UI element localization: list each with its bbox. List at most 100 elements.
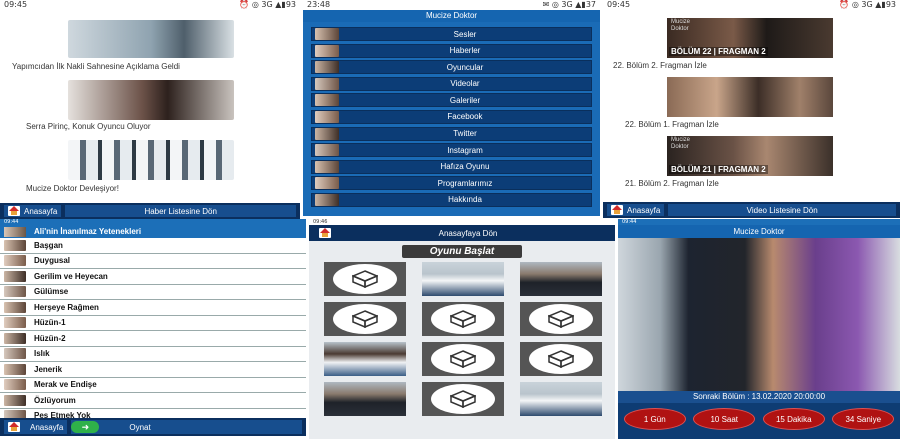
sound-item[interactable]: Gerilim ve Heyecan [0, 269, 306, 285]
menu-item-galeriler[interactable]: Galeriler [311, 93, 592, 108]
start-game-button[interactable]: Oyunu Başlat [402, 245, 522, 258]
memory-game-screen: 09:46 Anasayfaya Dön Oyunu Başlat [309, 219, 615, 439]
video-logo-text: Mucize Doktor [671, 19, 691, 32]
memory-card-revealed[interactable] [422, 262, 504, 296]
home-button[interactable]: Anasayfa [4, 205, 62, 217]
sound-item[interactable]: Gülümse [0, 285, 306, 300]
menu-item-avatar [315, 61, 339, 74]
menu-item-avatar [315, 94, 339, 107]
memory-card-hidden[interactable] [324, 302, 406, 336]
main-menu-screen: 23:48 ✉ ◎ 3G ▲▮37 Mucize Doktor Sesler Ha… [303, 0, 600, 216]
sound-avatar [4, 286, 26, 298]
memory-card-revealed[interactable] [324, 342, 406, 376]
video-caption: 22. Bölüm 2. Fragman İzle [613, 61, 707, 70]
home-label: Anasayfa [627, 205, 661, 215]
sound-label: Jenerik [34, 364, 63, 374]
video-thumbnail: Mucize Doktor BÖLÜM 21 | FRAGMAN 2 [667, 136, 833, 176]
menu-item-oyuncular[interactable]: Oyuncular [311, 60, 592, 75]
cube-icon [333, 264, 397, 294]
status-bar: 23:48 ✉ ◎ 3G ▲▮37 [303, 0, 600, 10]
news-list-screen: 09:45 ⏰ ◎ 3G ▲▮93 Yapımcıdan İlk Nakli S… [0, 0, 300, 220]
news-item[interactable]: Yapımcıdan İlk Nakli Sahnesine Açıklama … [0, 10, 300, 72]
sound-avatar [4, 317, 26, 329]
play-button[interactable]: ➜ Oynat [71, 420, 302, 434]
app-title: Mucize Doktor [303, 10, 600, 22]
back-to-video-list-button[interactable]: Video Listesine Dön [668, 204, 896, 216]
sound-item[interactable]: Jenerik [0, 362, 306, 378]
menu-item-facebook[interactable]: Facebook [311, 109, 592, 124]
menu-item-label: Galeriler [449, 95, 481, 105]
countdown-bubble: 34 Saniye [832, 408, 895, 430]
menu-item-videolar[interactable]: Videolar [311, 76, 592, 91]
sound-item[interactable]: Duygusal [0, 254, 306, 269]
sound-item[interactable]: Başgan [0, 238, 306, 254]
sound-avatar [4, 394, 26, 406]
video-item[interactable]: Mucize Doktor BÖLÜM 22 | FRAGMAN 2 22. B… [603, 10, 900, 71]
sound-header-label: Ali'nin İnanılmaz Yetenekleri [34, 227, 142, 236]
menu-list: Sesler Haberler Oyuncular Videolar Galeriler… [303, 22, 600, 207]
menu-item-twitter[interactable]: Twitter [311, 126, 592, 141]
game-top-bar: Anasayfaya Dön [309, 225, 615, 241]
memory-card-hidden[interactable] [422, 342, 504, 376]
menu-item-haberler[interactable]: Haberler [311, 43, 592, 58]
sound-item[interactable]: Hüzün-2 [0, 331, 306, 347]
menu-item-avatar [315, 160, 339, 173]
cube-icon [431, 344, 495, 374]
sound-label: Duygusal [34, 256, 71, 266]
news-thumbnail [68, 140, 234, 180]
menu-item-avatar [315, 44, 339, 57]
video-item[interactable]: Mucize Doktor BÖLÜM 21 | FRAGMAN 2 21. B… [603, 130, 900, 189]
countdown-row: 1 Gün 10 Saat 15 Dakika 34 Saniye [618, 403, 900, 435]
memory-card-revealed[interactable] [520, 382, 602, 416]
home-icon[interactable] [319, 228, 331, 238]
video-thumbnail: Mucize Doktor BÖLÜM 22 | FRAGMAN 2 [667, 18, 833, 58]
sound-header-row[interactable]: Ali'nin İnanılmaz Yetenekleri [0, 225, 306, 238]
news-item[interactable]: Serra Pirinç, Konuk Oyuncu Oluyor [0, 72, 300, 132]
memory-card-revealed[interactable] [324, 382, 406, 416]
news-thumbnail [68, 80, 234, 120]
sound-label: Islık [34, 349, 50, 359]
video-item[interactable]: 22. Bölüm 1. Fragman İzle [603, 71, 900, 130]
memory-card-hidden[interactable] [520, 342, 602, 376]
sound-label: Özlüyorum [34, 395, 76, 405]
menu-item-label: Hafıza Oyunu [440, 162, 490, 172]
sound-label: Merak ve Endişe [34, 380, 97, 390]
countdown-bubble: 10 Saat [693, 408, 756, 430]
sound-item[interactable]: Herşeye Rağmen [0, 300, 306, 316]
menu-item-avatar [315, 110, 339, 123]
sound-item[interactable]: Islık [0, 347, 306, 362]
menu-item-instagram[interactable]: Instagram [311, 143, 592, 158]
status-time: 09:45 [607, 0, 631, 9]
sound-item[interactable]: Hüzün-1 [0, 316, 306, 331]
sound-avatar [4, 270, 26, 282]
play-arrow-icon: ➜ [71, 421, 100, 433]
memory-card-revealed[interactable] [520, 262, 602, 296]
memory-card-hidden[interactable] [422, 302, 504, 336]
menu-item-programlarımız[interactable]: Programlarımız [311, 176, 592, 191]
sound-avatar [4, 226, 26, 237]
news-item[interactable]: Mucize Doktor Devleşiyor! [0, 132, 300, 194]
video-thumbnail [667, 77, 833, 117]
sound-avatar [4, 239, 26, 251]
menu-item-label: Oyuncular [446, 62, 484, 72]
home-label: Anasayfa [30, 422, 64, 432]
news-caption: Yapımcıdan İlk Nakli Sahnesine Açıklama … [12, 62, 180, 71]
menu-item-avatar [315, 144, 339, 157]
sound-item[interactable]: Merak ve Endişe [0, 378, 306, 393]
memory-card-hidden[interactable] [520, 302, 602, 336]
countdown-bubble: 1 Gün [623, 408, 686, 430]
memory-card-hidden[interactable] [324, 262, 406, 296]
menu-item-hakkında[interactable]: Hakkında [311, 192, 592, 207]
back-home-button[interactable]: Anasayfaya Dön [331, 229, 605, 238]
menu-item-sesler[interactable]: Sesler [311, 27, 592, 41]
menu-item-avatar [315, 127, 339, 140]
app-title: Mucize Doktor [618, 225, 900, 238]
home-button[interactable]: Anasayfa [4, 420, 68, 434]
back-to-news-list-button[interactable]: Haber Listesine Dön [65, 205, 296, 217]
memory-card-hidden[interactable] [422, 382, 504, 416]
home-button[interactable]: Anasayfa [607, 204, 665, 216]
menu-item-hafıza-oyunu[interactable]: Hafıza Oyunu [311, 159, 592, 174]
status-bar: 09:45 ⏰ ◎ 3G ▲▮93 [0, 0, 300, 10]
sound-item[interactable]: Özlüyorum [0, 393, 306, 409]
status-bar: 09:45 ⏰ ◎ 3G ▲▮93 [603, 0, 900, 10]
